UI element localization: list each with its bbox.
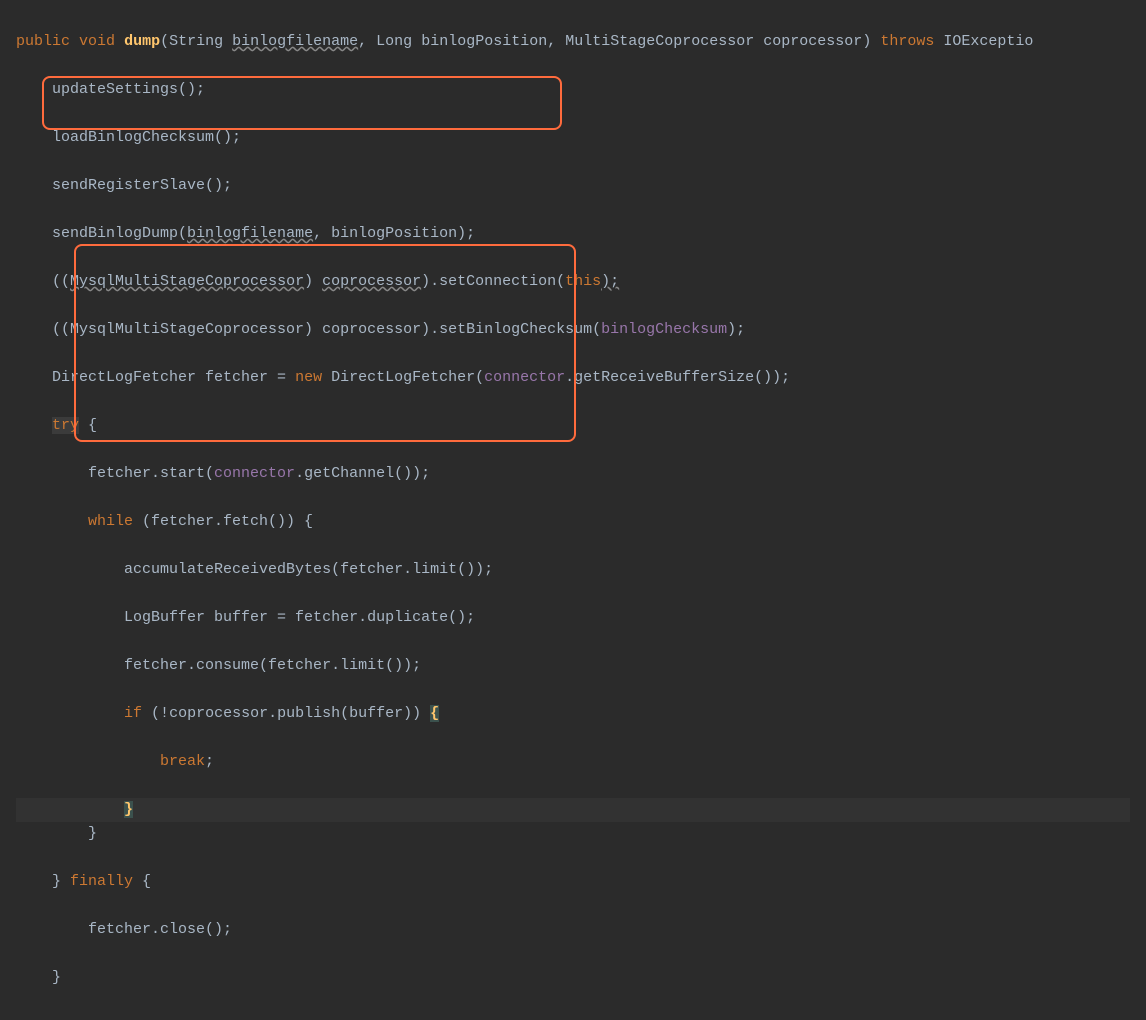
code-line: if (!coprocessor.publish(buffer)) { — [16, 702, 1130, 726]
exception-type: IOExceptio — [943, 33, 1033, 50]
code-line: ((MysqlMultiStageCoprocessor) coprocesso… — [16, 270, 1130, 294]
code-line-current: } — [16, 798, 1130, 822]
code-line: accumulateReceivedBytes(fetcher.limit())… — [16, 558, 1130, 582]
code-line: updateSettings(); — [16, 78, 1130, 102]
code-line: try { — [16, 414, 1130, 438]
code-line: } — [16, 822, 1130, 846]
code-editor[interactable]: public void dump(String binlogfilename, … — [0, 0, 1146, 1020]
code-line: DirectLogFetcher fetcher = new DirectLog… — [16, 366, 1130, 390]
code-line: } — [16, 966, 1130, 990]
code-line: while (fetcher.fetch()) { — [16, 510, 1130, 534]
param-name: binlogfilename — [232, 33, 358, 50]
code-line: public void dump(String binlogfilename, … — [16, 30, 1130, 54]
keyword-void: void — [79, 33, 115, 50]
param-name: binlogPosition — [421, 33, 547, 50]
code-line: LogBuffer buffer = fetcher.duplicate(); — [16, 606, 1130, 630]
brace-close-match: } — [124, 801, 133, 818]
param-type: String — [169, 33, 223, 50]
code-line: sendRegisterSlave(); — [16, 174, 1130, 198]
code-line: } finally { — [16, 870, 1130, 894]
code-line: fetcher.start(connector.getChannel()); — [16, 462, 1130, 486]
code-line: loadBinlogChecksum(); — [16, 126, 1130, 150]
keyword-public: public — [16, 33, 70, 50]
code-line: break; — [16, 750, 1130, 774]
param-name: coprocessor — [763, 33, 862, 50]
code-line: fetcher.close(); — [16, 918, 1130, 942]
param-type: MultiStageCoprocessor — [565, 33, 754, 50]
brace-open-match: { — [430, 705, 439, 722]
keyword-throws: throws — [880, 33, 934, 50]
param-type: Long — [376, 33, 412, 50]
code-line: sendBinlogDump(binlogfilename, binlogPos… — [16, 222, 1130, 246]
method-name: dump — [124, 33, 160, 50]
code-line: ((MysqlMultiStageCoprocessor) coprocesso… — [16, 318, 1130, 342]
code-line: fetcher.consume(fetcher.limit()); — [16, 654, 1130, 678]
